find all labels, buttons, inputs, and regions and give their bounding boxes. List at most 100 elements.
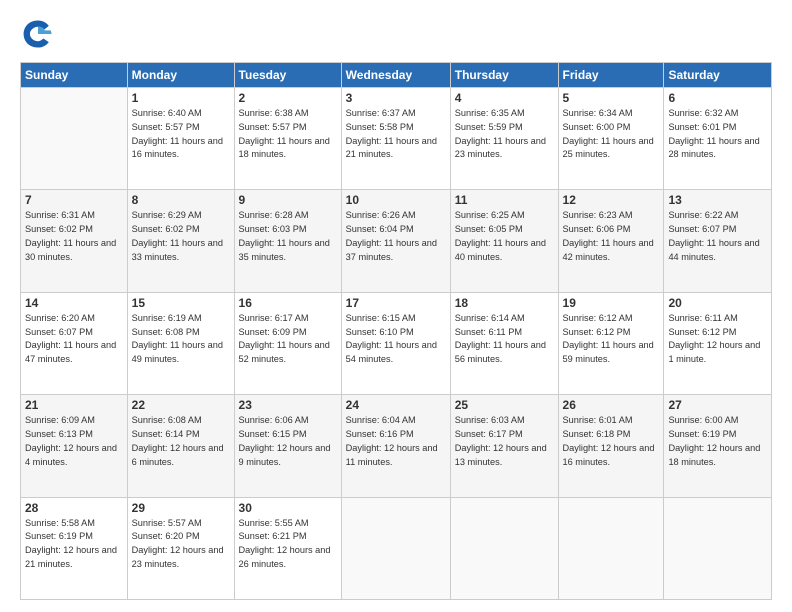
day-info: Sunrise: 6:37 AMSunset: 5:58 PMDaylight:… — [346, 107, 446, 162]
day-cell: 1 Sunrise: 6:40 AMSunset: 5:57 PMDaylight… — [127, 88, 234, 190]
day-number: 22 — [132, 398, 230, 412]
day-number: 15 — [132, 296, 230, 310]
week-row-0: 1 Sunrise: 6:40 AMSunset: 5:57 PMDaylight… — [21, 88, 772, 190]
page: SundayMondayTuesdayWednesdayThursdayFrid… — [0, 0, 792, 612]
day-number: 16 — [239, 296, 337, 310]
week-row-3: 21 Sunrise: 6:09 AMSunset: 6:13 PMDayligh… — [21, 395, 772, 497]
day-number: 28 — [25, 501, 123, 515]
day-number: 17 — [346, 296, 446, 310]
day-cell — [341, 497, 450, 599]
day-info: Sunrise: 6:40 AMSunset: 5:57 PMDaylight:… — [132, 107, 230, 162]
day-cell: 24 Sunrise: 6:04 AMSunset: 6:16 PMDayligh… — [341, 395, 450, 497]
day-info: Sunrise: 5:58 AMSunset: 6:19 PMDaylight:… — [25, 517, 123, 572]
day-number: 29 — [132, 501, 230, 515]
day-number: 21 — [25, 398, 123, 412]
day-number: 11 — [455, 193, 554, 207]
week-row-2: 14 Sunrise: 6:20 AMSunset: 6:07 PMDayligh… — [21, 292, 772, 394]
day-number: 14 — [25, 296, 123, 310]
day-cell: 4 Sunrise: 6:35 AMSunset: 5:59 PMDaylight… — [450, 88, 558, 190]
day-cell — [450, 497, 558, 599]
day-cell: 7 Sunrise: 6:31 AMSunset: 6:02 PMDaylight… — [21, 190, 128, 292]
day-cell: 3 Sunrise: 6:37 AMSunset: 5:58 PMDaylight… — [341, 88, 450, 190]
day-cell: 30 Sunrise: 5:55 AMSunset: 6:21 PMDayligh… — [234, 497, 341, 599]
day-cell — [21, 88, 128, 190]
day-cell: 6 Sunrise: 6:32 AMSunset: 6:01 PMDaylight… — [664, 88, 772, 190]
day-info: Sunrise: 6:34 AMSunset: 6:00 PMDaylight:… — [563, 107, 660, 162]
day-number: 23 — [239, 398, 337, 412]
day-cell — [664, 497, 772, 599]
day-cell: 14 Sunrise: 6:20 AMSunset: 6:07 PMDayligh… — [21, 292, 128, 394]
day-number: 8 — [132, 193, 230, 207]
day-cell: 11Sunrise: 6:25 AMSunset: 6:05 PMDayligh… — [450, 190, 558, 292]
day-cell: 25Sunrise: 6:03 AMSunset: 6:17 PMDayligh… — [450, 395, 558, 497]
day-info: Sunrise: 6:06 AMSunset: 6:15 PMDaylight:… — [239, 414, 337, 469]
day-number: 20 — [668, 296, 767, 310]
day-number: 19 — [563, 296, 660, 310]
day-info: Sunrise: 6:14 AMSunset: 6:11 PMDaylight:… — [455, 312, 554, 367]
calendar-table: SundayMondayTuesdayWednesdayThursdayFrid… — [20, 62, 772, 600]
day-number: 2 — [239, 91, 337, 105]
day-cell: 2Sunrise: 6:38 AMSunset: 5:57 PMDaylight… — [234, 88, 341, 190]
day-cell: 16 Sunrise: 6:17 AMSunset: 6:09 PMDayligh… — [234, 292, 341, 394]
day-cell: 29Sunrise: 5:57 AMSunset: 6:20 PMDayligh… — [127, 497, 234, 599]
day-cell: 23 Sunrise: 6:06 AMSunset: 6:15 PMDayligh… — [234, 395, 341, 497]
logo-icon — [20, 16, 56, 52]
day-number: 6 — [668, 91, 767, 105]
day-info: Sunrise: 6:08 AMSunset: 6:14 PMDaylight:… — [132, 414, 230, 469]
day-info: Sunrise: 6:03 AMSunset: 6:17 PMDaylight:… — [455, 414, 554, 469]
day-number: 30 — [239, 501, 337, 515]
day-info: Sunrise: 6:17 AMSunset: 6:09 PMDaylight:… — [239, 312, 337, 367]
day-cell: 28 Sunrise: 5:58 AMSunset: 6:19 PMDayligh… — [21, 497, 128, 599]
day-cell: 19 Sunrise: 6:12 AMSunset: 6:12 PMDayligh… — [558, 292, 664, 394]
day-info: Sunrise: 6:32 AMSunset: 6:01 PMDaylight:… — [668, 107, 767, 162]
weekday-friday: Friday — [558, 63, 664, 88]
day-number: 9 — [239, 193, 337, 207]
day-info: Sunrise: 6:12 AMSunset: 6:12 PMDaylight:… — [563, 312, 660, 367]
weekday-header-row: SundayMondayTuesdayWednesdayThursdayFrid… — [21, 63, 772, 88]
day-cell: 15Sunrise: 6:19 AMSunset: 6:08 PMDayligh… — [127, 292, 234, 394]
day-cell: 8 Sunrise: 6:29 AMSunset: 6:02 PMDaylight… — [127, 190, 234, 292]
day-cell: 27 Sunrise: 6:00 AMSunset: 6:19 PMDayligh… — [664, 395, 772, 497]
day-info: Sunrise: 6:11 AMSunset: 6:12 PMDaylight:… — [668, 312, 767, 367]
day-cell: 12Sunrise: 6:23 AMSunset: 6:06 PMDayligh… — [558, 190, 664, 292]
day-cell: 18 Sunrise: 6:14 AMSunset: 6:11 PMDayligh… — [450, 292, 558, 394]
day-number: 13 — [668, 193, 767, 207]
day-info: Sunrise: 6:04 AMSunset: 6:16 PMDaylight:… — [346, 414, 446, 469]
day-number: 5 — [563, 91, 660, 105]
day-info: Sunrise: 6:20 AMSunset: 6:07 PMDaylight:… — [25, 312, 123, 367]
day-number: 27 — [668, 398, 767, 412]
day-cell: 13 Sunrise: 6:22 AMSunset: 6:07 PMDayligh… — [664, 190, 772, 292]
day-info: Sunrise: 6:35 AMSunset: 5:59 PMDaylight:… — [455, 107, 554, 162]
day-number: 24 — [346, 398, 446, 412]
day-number: 10 — [346, 193, 446, 207]
day-info: Sunrise: 6:15 AMSunset: 6:10 PMDaylight:… — [346, 312, 446, 367]
week-row-4: 28 Sunrise: 5:58 AMSunset: 6:19 PMDayligh… — [21, 497, 772, 599]
day-cell: 26Sunrise: 6:01 AMSunset: 6:18 PMDayligh… — [558, 395, 664, 497]
day-cell: 20 Sunrise: 6:11 AMSunset: 6:12 PMDayligh… — [664, 292, 772, 394]
day-number: 7 — [25, 193, 123, 207]
day-info: Sunrise: 6:09 AMSunset: 6:13 PMDaylight:… — [25, 414, 123, 469]
day-info: Sunrise: 6:29 AMSunset: 6:02 PMDaylight:… — [132, 209, 230, 264]
day-cell — [558, 497, 664, 599]
weekday-tuesday: Tuesday — [234, 63, 341, 88]
logo — [20, 16, 60, 52]
day-info: Sunrise: 6:31 AMSunset: 6:02 PMDaylight:… — [25, 209, 123, 264]
day-info: Sunrise: 6:26 AMSunset: 6:04 PMDaylight:… — [346, 209, 446, 264]
day-info: Sunrise: 6:22 AMSunset: 6:07 PMDaylight:… — [668, 209, 767, 264]
day-info: Sunrise: 5:55 AMSunset: 6:21 PMDaylight:… — [239, 517, 337, 572]
header — [20, 16, 772, 52]
day-cell: 9 Sunrise: 6:28 AMSunset: 6:03 PMDaylight… — [234, 190, 341, 292]
day-cell: 17 Sunrise: 6:15 AMSunset: 6:10 PMDayligh… — [341, 292, 450, 394]
day-cell: 10 Sunrise: 6:26 AMSunset: 6:04 PMDayligh… — [341, 190, 450, 292]
day-number: 1 — [132, 91, 230, 105]
day-number: 4 — [455, 91, 554, 105]
day-info: Sunrise: 6:23 AMSunset: 6:06 PMDaylight:… — [563, 209, 660, 264]
day-number: 26 — [563, 398, 660, 412]
weekday-monday: Monday — [127, 63, 234, 88]
day-info: Sunrise: 6:00 AMSunset: 6:19 PMDaylight:… — [668, 414, 767, 469]
day-number: 3 — [346, 91, 446, 105]
week-row-1: 7 Sunrise: 6:31 AMSunset: 6:02 PMDaylight… — [21, 190, 772, 292]
day-info: Sunrise: 6:28 AMSunset: 6:03 PMDaylight:… — [239, 209, 337, 264]
day-number: 18 — [455, 296, 554, 310]
day-cell: 22 Sunrise: 6:08 AMSunset: 6:14 PMDayligh… — [127, 395, 234, 497]
